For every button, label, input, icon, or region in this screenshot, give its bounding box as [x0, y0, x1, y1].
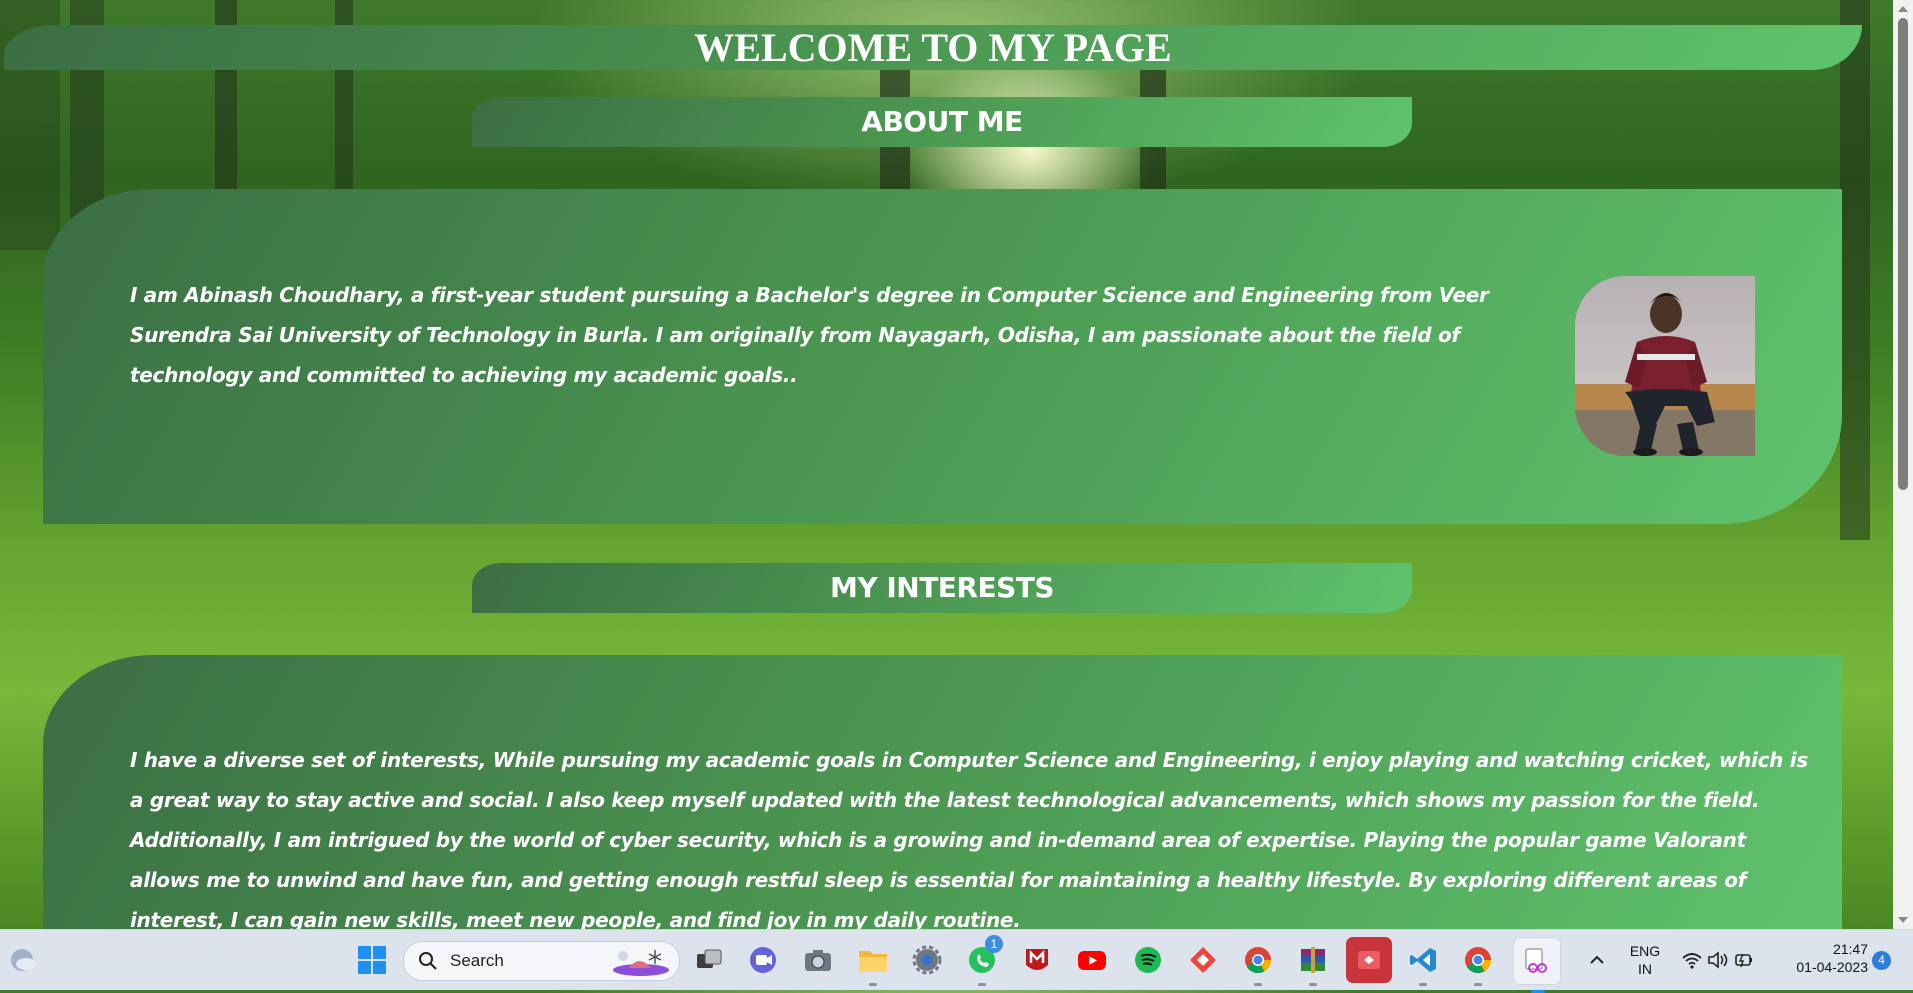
profile-photo	[1575, 276, 1755, 456]
interests-heading-banner: MY INTERESTS	[472, 563, 1412, 613]
scroll-up-arrow-icon[interactable]	[1898, 6, 1908, 12]
about-heading-banner: ABOUT ME	[472, 97, 1412, 147]
chrome-icon[interactable]	[1461, 943, 1495, 986]
title-banner: WELCOME TO MY PAGE	[4, 25, 1862, 70]
person-photo-icon	[1575, 293, 1755, 456]
interests-card: I have a diverse set of interests, While…	[43, 655, 1842, 929]
about-card: I am Abinash Choudhary, a first-year stu…	[43, 189, 1842, 524]
running-indicator	[1254, 983, 1262, 986]
page-content: WELCOME TO MY PAGE ABOUT ME I am Abinash…	[0, 0, 1893, 929]
youtube-icon[interactable]	[1075, 943, 1109, 977]
whatsapp-badge: 1	[985, 935, 1003, 953]
file-explorer-icon[interactable]	[856, 943, 890, 986]
clock-time: 21:47	[1832, 941, 1868, 957]
search-label: Search	[450, 951, 504, 970]
running-indicator	[1474, 983, 1482, 986]
interests-heading: MY INTERESTS	[829, 571, 1055, 604]
interests-text: I have a diverse set of interests, While…	[130, 748, 1808, 929]
scroll-down-arrow-icon[interactable]	[1898, 917, 1908, 923]
notification-badge[interactable]: 4	[1872, 951, 1891, 970]
vertical-scrollbar[interactable]	[1893, 0, 1913, 929]
clock-date: 01-04-2023	[1796, 959, 1868, 975]
running-indicator	[978, 983, 986, 986]
camera-icon[interactable]	[801, 943, 835, 977]
language-indicator[interactable]: ENG IN	[1623, 942, 1667, 978]
teams-chat-icon[interactable]	[746, 943, 780, 977]
page-title: WELCOME TO MY PAGE	[694, 25, 1172, 70]
vscode-icon[interactable]	[1406, 943, 1440, 986]
taskbar-search-box[interactable]: Search	[403, 941, 680, 981]
taskbar: Search 1 ENG IN 21:47 01-04-2023 4	[0, 929, 1913, 993]
snipping-tool-icon[interactable]	[1513, 937, 1561, 993]
search-icon	[419, 952, 437, 970]
anydesk-icon[interactable]	[1186, 943, 1220, 977]
weather-icon[interactable]	[6, 943, 40, 977]
spotify-icon[interactable]	[1131, 943, 1165, 977]
task-view-icon[interactable]	[692, 943, 726, 977]
volume-icon[interactable]	[1705, 943, 1731, 977]
whatsapp-icon[interactable]: 1	[965, 935, 1003, 986]
about-text: I am Abinash Choudhary, a first-year stu…	[130, 283, 1489, 387]
remote-app-icon[interactable]	[1346, 937, 1392, 983]
windows-start-icon[interactable]	[355, 943, 389, 977]
running-indicator	[869, 983, 877, 986]
scrollbar-thumb[interactable]	[1898, 18, 1908, 490]
settings-icon[interactable]	[910, 943, 944, 977]
wifi-icon[interactable]	[1679, 943, 1705, 977]
chevron-up-icon[interactable]	[1580, 943, 1614, 977]
battery-icon[interactable]	[1731, 943, 1757, 977]
running-indicator	[1309, 983, 1317, 986]
mcafee-icon[interactable]	[1020, 943, 1054, 977]
language-bottom: IN	[1638, 961, 1652, 977]
language-top: ENG	[1629, 943, 1661, 959]
running-indicator	[1419, 983, 1427, 986]
winrar-icon[interactable]	[1296, 943, 1330, 986]
chrome-icon[interactable]	[1241, 943, 1275, 986]
clock[interactable]: 21:47 01-04-2023	[1772, 940, 1868, 976]
search-highlight-icon	[613, 950, 669, 976]
about-heading: ABOUT ME	[861, 105, 1023, 138]
